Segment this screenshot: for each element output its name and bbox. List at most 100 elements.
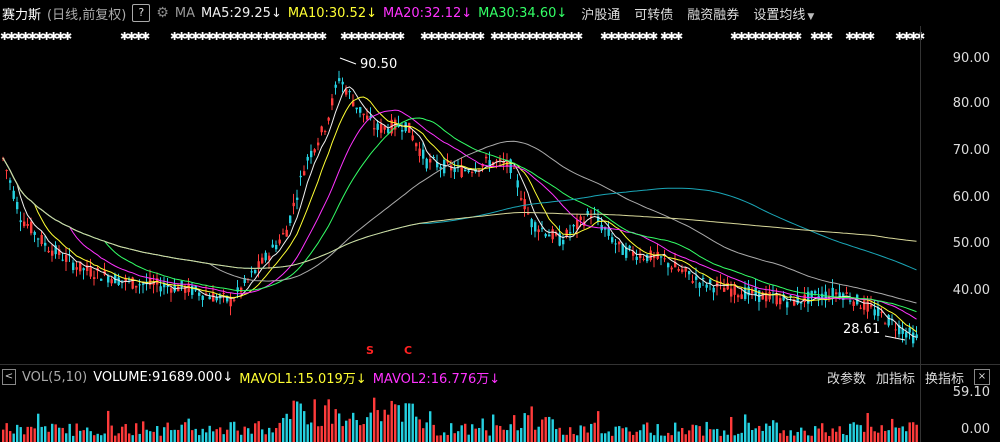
volume-bar: [551, 419, 554, 442]
volume-bar: [450, 423, 453, 442]
volume-bar: [240, 434, 243, 442]
volume-bar: [807, 435, 810, 442]
volume-bar: [334, 409, 337, 442]
volume-bar: [723, 430, 726, 442]
volume-chart[interactable]: [0, 388, 920, 442]
volume-bar: [268, 427, 271, 442]
volume-bar: [443, 432, 446, 442]
volume-bar: [835, 431, 838, 442]
candle-body: [779, 298, 782, 305]
menu-convertible-bond[interactable]: 可转债: [634, 4, 673, 23]
volume-bar: [247, 428, 250, 442]
candle-body: [415, 143, 418, 147]
volume-bar: [709, 429, 712, 442]
menu-set-ma-label: 设置均线: [753, 7, 806, 23]
ma20-value: MA20:32.12↓: [382, 5, 473, 21]
volume-bar: [152, 431, 155, 442]
volume-bar: [579, 425, 582, 442]
volume-bar: [275, 428, 278, 442]
volume-bar: [730, 416, 733, 442]
ma-label: MA: [174, 5, 195, 21]
mavol1-value: MAVOL1:15.019万↓: [239, 371, 367, 387]
candle-body: [30, 221, 33, 234]
volume-bar: [387, 414, 390, 442]
volume-bar: [810, 435, 813, 442]
candle-body: [695, 276, 698, 280]
volume-bar: [324, 405, 327, 442]
volume-bar: [866, 413, 869, 442]
volume-bar: [453, 433, 456, 442]
volume-bar: [184, 422, 187, 442]
candle-body: [264, 252, 267, 261]
volume-bar: [779, 433, 782, 442]
volume-bar: [485, 430, 488, 442]
stock-name[interactable]: 赛力斯: [2, 4, 41, 23]
candlestick-chart[interactable]: [0, 44, 920, 364]
volume-bar: [628, 431, 631, 442]
volume-bar: [614, 426, 617, 442]
chart-header: 赛力斯 (日线,前复权) ? ⚙ MA MA5:29.25↓ MA10:30.5…: [0, 0, 1000, 26]
volume-bar: [621, 428, 624, 442]
volume-bar: [317, 426, 320, 442]
collapse-button[interactable]: <: [2, 369, 16, 385]
candle-body: [730, 288, 733, 297]
volume-bar: [838, 426, 841, 442]
candle-body: [380, 123, 383, 133]
candle-body: [429, 158, 432, 163]
volume-bar: [754, 428, 757, 442]
volume-bar: [429, 411, 432, 442]
candle-body: [170, 288, 173, 293]
candle-body: [908, 327, 911, 333]
volume-bar: [124, 424, 127, 442]
volume-bar: [803, 430, 806, 442]
period-mode[interactable]: (日线,前复权): [47, 4, 126, 23]
volume-bar: [254, 423, 257, 442]
volume-bar: [394, 404, 397, 442]
add-indicator-button[interactable]: 加指标: [876, 368, 915, 387]
event-markers-row[interactable]: ✱✱✱✱✱✱✱✱✱✱ ✱✱✱✱ ✱✱✱✱✱✱✱✱✱✱✱✱✱✱✱✱✱✱✱✱✱✱✱ ✱✱✱…: [0, 28, 1000, 44]
volume-bar: [345, 420, 348, 442]
candle-body: [208, 296, 211, 300]
switch-indicator-button[interactable]: 换指标: [925, 368, 964, 387]
volume-bar: [495, 425, 498, 442]
candle-body: [663, 258, 666, 260]
event-marker-dot: ✱: [866, 30, 875, 43]
candle-body: [859, 307, 862, 309]
menu-set-ma[interactable]: 设置均线 ▼: [753, 4, 814, 23]
candle-body: [275, 244, 278, 250]
volume-bar: [12, 433, 15, 442]
edit-params-button[interactable]: 改参数: [827, 368, 866, 387]
candle-body: [905, 332, 908, 338]
volume-bar: [373, 397, 376, 442]
volume-bar: [68, 423, 71, 442]
menu-margin-trading[interactable]: 融资融券: [687, 4, 739, 23]
volume-bar: [565, 434, 568, 442]
sell-signal-marker[interactable]: S: [366, 344, 374, 357]
candle-body: [576, 219, 579, 229]
candle-body: [285, 229, 288, 237]
menu-hk-connect[interactable]: 沪股通: [581, 4, 620, 23]
candle-body: [254, 269, 257, 274]
ma10-line: [2, 96, 917, 333]
volume-bar: [359, 425, 362, 442]
volume-tick: 59.10: [952, 385, 990, 400]
volume-bar: [411, 403, 414, 442]
volume-bar: [9, 431, 12, 442]
volume-bar: [831, 428, 834, 442]
candle-body: [26, 224, 29, 226]
volume-indicator-title[interactable]: VOL(5,10): [22, 370, 87, 385]
volume-bar: [114, 435, 117, 442]
volume-bar: [271, 432, 274, 442]
candle-body: [12, 190, 15, 199]
candle-body: [327, 117, 330, 121]
candle-body: [579, 216, 582, 221]
price-tick: 90.00: [952, 51, 990, 66]
candle-body: [201, 295, 204, 300]
volume-bar: [86, 427, 89, 442]
close-icon[interactable]: ×: [974, 369, 990, 385]
volume-bar: [418, 419, 421, 442]
help-button[interactable]: ?: [132, 4, 151, 22]
candle-body: [198, 292, 201, 296]
close-signal-marker[interactable]: C: [404, 344, 412, 357]
gear-icon[interactable]: ⚙: [156, 5, 169, 21]
